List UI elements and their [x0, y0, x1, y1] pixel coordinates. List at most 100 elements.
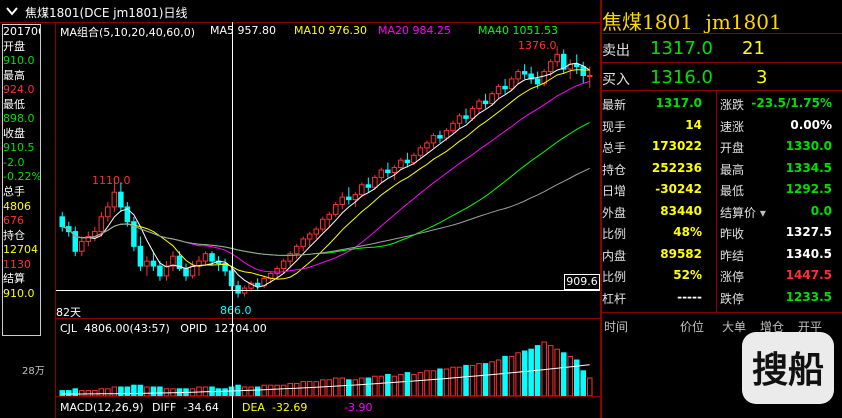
candle	[209, 253, 215, 262]
quote-value: 89582	[660, 246, 702, 261]
sell-row[interactable]: 卖出	[602, 40, 630, 60]
volume-bar	[372, 375, 378, 396]
divider	[602, 33, 842, 34]
volume-bar	[118, 386, 124, 396]
candle	[306, 233, 313, 240]
buy-volume: 3	[756, 67, 768, 88]
volume-chart[interactable]	[56, 338, 600, 396]
quote-label: 最低	[720, 184, 745, 198]
quote-label: 昨结	[720, 248, 745, 263]
candle	[437, 135, 443, 139]
macd-label: MACD(12,26,9)	[60, 401, 144, 414]
quote-label: 现手	[602, 119, 627, 134]
souchuan-logo: 搜船	[742, 332, 834, 404]
buy-row[interactable]: 买入	[602, 69, 630, 89]
candle	[202, 253, 209, 262]
candle	[476, 100, 482, 109]
quote-label: 杠杆	[602, 291, 627, 306]
candle	[385, 169, 391, 173]
quote-value: 1292.5	[785, 182, 832, 196]
buy-label: 买入	[602, 72, 630, 88]
candle	[469, 107, 476, 119]
quote-label: 外盘	[602, 205, 627, 220]
candle	[98, 216, 105, 233]
volume-bar	[443, 368, 450, 396]
macd-value: -3.90	[344, 401, 373, 414]
quote-value: 48%	[673, 225, 702, 239]
candle	[508, 78, 515, 90]
bar-info-18: 910.0	[3, 286, 35, 300]
bar-info-2: 910.0	[3, 54, 35, 68]
volume-bar	[85, 390, 92, 396]
volume-bar	[437, 368, 443, 396]
candle	[118, 191, 124, 208]
volume-bar	[404, 372, 411, 396]
volume-bar	[385, 373, 391, 396]
contract-name: 焦煤1801 jm1801	[602, 10, 782, 34]
volume-bar	[215, 388, 222, 396]
sell-price: 1317.0	[650, 38, 713, 59]
quote-value: 1334.5	[785, 160, 832, 175]
volume-bar	[326, 379, 333, 396]
volume-bar	[495, 359, 502, 396]
volume-bar	[248, 386, 254, 396]
candle	[463, 115, 469, 119]
volume-bar	[463, 364, 469, 396]
volume-bar	[547, 345, 554, 396]
candle	[293, 245, 300, 255]
volume-bar	[92, 390, 98, 396]
volume-bar	[339, 377, 346, 396]
candle	[137, 245, 144, 267]
candle	[430, 135, 437, 144]
quote-label: 涨跌	[720, 98, 745, 112]
volume-bar	[398, 373, 404, 396]
macd-diff: DIFF -34.64	[152, 401, 219, 414]
candle	[326, 213, 333, 220]
tick-header-cell: 时间	[604, 320, 629, 334]
bar-info-1: 开盘	[3, 39, 25, 53]
ma-legend-item: MA20 984.25	[378, 24, 451, 37]
bar-info-3: 最高	[3, 68, 25, 82]
candle	[515, 71, 521, 80]
buy-price: 1316.0	[650, 67, 713, 88]
volume-bar	[313, 381, 319, 396]
volume-bar	[72, 388, 79, 396]
bar-info-14: 持仓	[3, 228, 25, 242]
chevron-down-icon[interactable]	[6, 5, 18, 17]
quote-value: 252236	[651, 160, 702, 175]
candle	[378, 169, 385, 178]
volume-bar	[287, 382, 293, 396]
volume-bar	[261, 384, 267, 396]
candle	[183, 267, 189, 277]
quote-label: 昨收	[720, 227, 745, 241]
candle	[398, 159, 404, 169]
candle	[521, 71, 528, 75]
volume-bar	[391, 375, 398, 396]
macd-dea: DEA -32.69	[242, 401, 308, 414]
volume-bar	[573, 359, 580, 396]
panel-divider	[56, 396, 600, 397]
chart-title: 焦煤1801(DCE jm1801)日线	[25, 6, 188, 20]
volume-bar	[254, 386, 261, 396]
candle	[365, 184, 372, 188]
volume-bar	[293, 382, 300, 396]
candle	[157, 265, 163, 277]
ma-legend-item: MA5 957.80	[210, 24, 276, 37]
candle	[443, 130, 450, 139]
volume-header: CJL 4806.00(43:57) OPID 12704.00	[60, 322, 267, 335]
chart-title-bar: 焦煤1801(DCE jm1801)日线	[0, 0, 600, 23]
candle	[319, 218, 326, 230]
sell-label: 卖出	[602, 43, 630, 59]
volume-bar	[300, 381, 306, 396]
quote-value: 173022	[651, 139, 702, 153]
bar-info-5: 最低	[3, 97, 25, 111]
volume-bar	[66, 390, 72, 396]
candle	[404, 159, 411, 164]
volume-bar	[267, 384, 274, 396]
candlestick-chart[interactable]	[56, 38, 600, 306]
candle	[489, 93, 495, 105]
price-tag: 909.6	[564, 274, 600, 290]
high-price-label: 1376.0	[518, 39, 557, 52]
volume-bar	[476, 363, 482, 396]
chevron-down-icon[interactable]: ▾	[756, 206, 766, 220]
